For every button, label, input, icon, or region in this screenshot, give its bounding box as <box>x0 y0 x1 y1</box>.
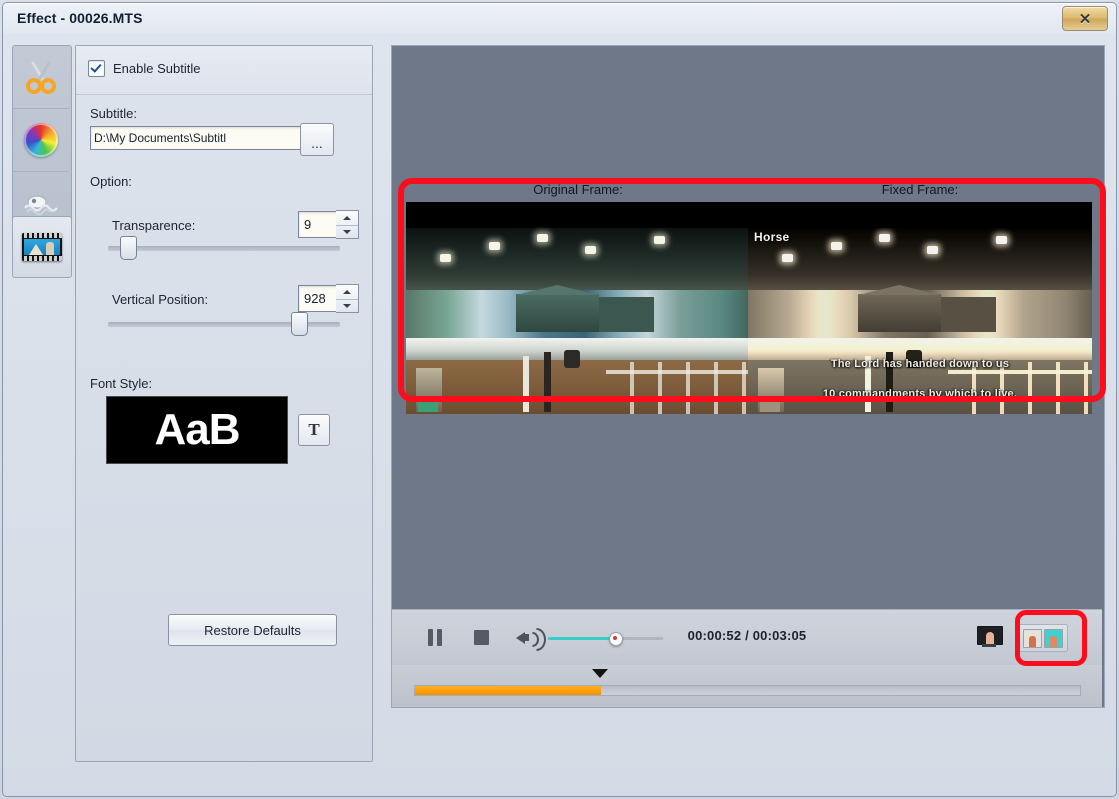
vertical-position-slider-handle[interactable] <box>291 312 309 336</box>
transparence-stepper[interactable] <box>336 210 359 239</box>
transparence-step-down[interactable] <box>336 224 358 240</box>
subtitle-line-2: 10 commandments by which to live. <box>822 388 1018 400</box>
sidebar-item-subtitle[interactable] <box>12 216 72 278</box>
fixed-frame-label: Fixed Frame: <box>881 182 959 197</box>
close-icon: ✕ <box>1078 10 1092 28</box>
subtitle-line-1: The Lord has handed down to us <box>830 358 1010 370</box>
font-style-label: Font Style: <box>90 376 153 391</box>
timeline-slider[interactable] <box>414 685 1081 696</box>
subtitle-path-input[interactable]: D:\My Documents\Subtitl <box>90 126 304 150</box>
browse-button[interactable]: ... <box>300 123 334 156</box>
original-frame-column: Original Frame: <box>406 180 750 418</box>
font-settings-button[interactable]: T <box>298 414 330 446</box>
font-preview-text: AaB <box>154 405 240 454</box>
restore-defaults-button[interactable]: Restore Defaults <box>168 614 337 646</box>
fixed-frame-image <box>748 202 1092 414</box>
single-view-icon[interactable] <box>977 626 1003 648</box>
original-frame-image <box>406 202 750 414</box>
timeline-marker[interactable] <box>592 669 609 678</box>
frame-compare: Original Frame: Fixed Frame: Horse The L… <box>392 180 1104 418</box>
effect-dialog-window: Effect - 00026.MTS ✕ Enable Subtitle Sub… <box>0 0 1119 799</box>
enable-subtitle-checkbox[interactable] <box>88 60 105 77</box>
wave-icon <box>23 190 59 216</box>
dual-view-icon[interactable] <box>1018 624 1068 652</box>
fixed-frame-box[interactable]: Horse The Lord has handed down to us 10 … <box>748 202 1092 414</box>
color-wheel-icon <box>24 123 58 157</box>
fixed-frame-column: Fixed Frame: Horse The Lord has handed d… <box>748 180 1092 418</box>
title-bar: Effect - 00026.MTS ✕ <box>3 3 1116 34</box>
transparence-slider[interactable] <box>108 236 340 260</box>
film-strip-icon <box>22 233 62 261</box>
dialog-footer: OK Cancel Apply <box>3 726 1116 796</box>
settings-panel: Enable Subtitle Subtitle: D:\My Document… <box>75 45 373 762</box>
sidebar-item-trim[interactable] <box>13 46 69 109</box>
subtitle-label: Subtitle: <box>90 106 137 121</box>
panel-header: Enable Subtitle <box>76 46 372 95</box>
close-button[interactable]: ✕ <box>1062 6 1108 31</box>
sidebar-item-effect[interactable] <box>13 109 69 172</box>
transparence-step-up[interactable] <box>336 211 358 225</box>
vertical-position-stepper[interactable] <box>336 284 359 313</box>
original-frame-label: Original Frame: <box>533 182 623 197</box>
enable-subtitle-label: Enable Subtitle <box>113 61 201 76</box>
transport-bar: 00:00:52 / 00:03:05 <box>392 609 1102 666</box>
enable-subtitle-row[interactable]: Enable Subtitle <box>88 60 200 77</box>
window-frame: Effect - 00026.MTS ✕ Enable Subtitle Sub… <box>2 2 1117 797</box>
vertical-position-slider[interactable] <box>108 312 340 336</box>
window-title: Effect - 00026.MTS <box>17 10 143 26</box>
timeline-area <box>392 665 1102 707</box>
watermark-text: Horse <box>754 230 790 244</box>
transparence-slider-handle[interactable] <box>119 236 137 260</box>
original-frame-box[interactable] <box>406 202 750 414</box>
vertical-position-step-up[interactable] <box>336 285 358 299</box>
vertical-position-step-down[interactable] <box>336 298 358 314</box>
option-label: Option: <box>90 174 132 189</box>
scissors-icon <box>24 60 58 94</box>
vertical-position-label: Vertical Position: <box>112 292 209 307</box>
font-preview: AaB <box>106 396 288 464</box>
text-icon: T <box>308 420 320 439</box>
transparence-label: Transparence: <box>112 218 196 233</box>
